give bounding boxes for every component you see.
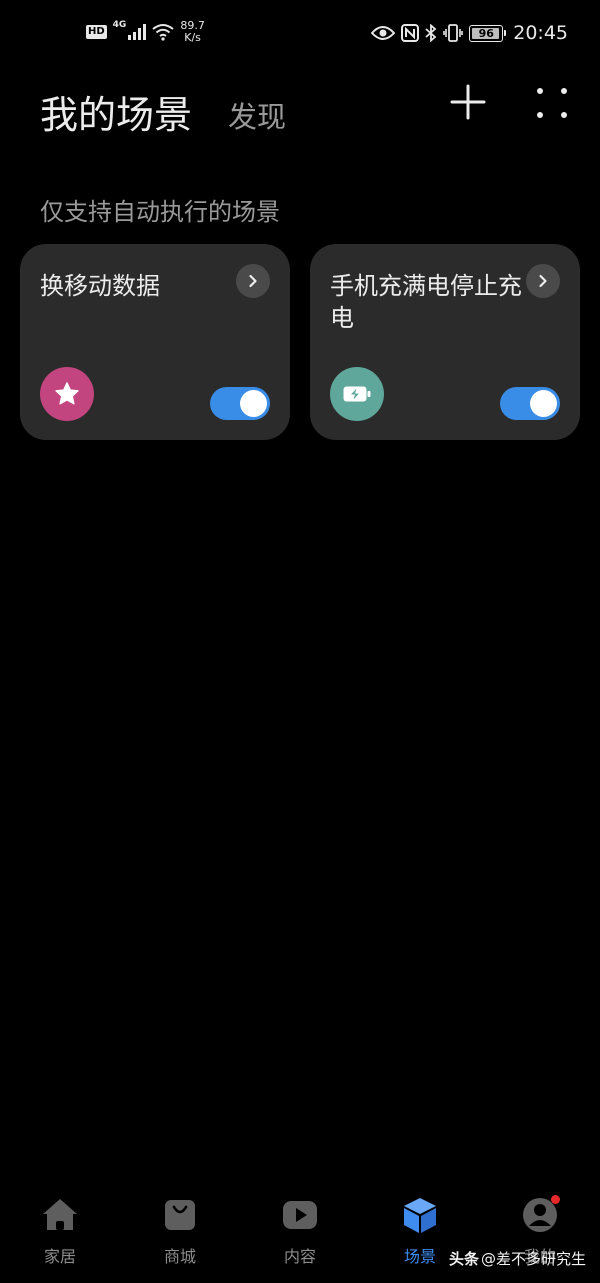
nfc-icon (401, 24, 420, 42)
chevron-right-icon (539, 274, 547, 288)
more-button[interactable] (534, 84, 570, 120)
toggle-knob (530, 390, 557, 417)
shopping-bag-icon (160, 1195, 200, 1235)
scene-card[interactable]: 手机充满电停止充电 (310, 244, 580, 440)
plus-icon (450, 84, 486, 120)
nav-label: 家居 (43, 1247, 76, 1266)
star-icon (55, 382, 79, 405)
scene-detail-button[interactable] (526, 264, 560, 298)
scene-toggle[interactable] (210, 387, 270, 420)
battery-icon: 96 (469, 24, 507, 42)
scene-card[interactable]: 换移动数据 (20, 244, 290, 440)
status-left: HD 4G 89.7 K/s (86, 20, 205, 44)
watermark: 头条 @差不多研究生 (449, 1248, 586, 1269)
add-scene-button[interactable] (448, 82, 488, 122)
wifi-icon (152, 24, 174, 41)
scene-icon (40, 367, 94, 421)
play-icon (280, 1195, 320, 1235)
hd-badge: HD (86, 25, 107, 39)
nav-label: 商城 (163, 1247, 196, 1266)
scene-title: 手机充满电停止充电 (330, 272, 522, 332)
nav-item-content[interactable]: 内容 (240, 1195, 360, 1275)
notification-badge (551, 1195, 560, 1204)
battery-charging-icon (343, 386, 371, 402)
nav-item-home[interactable]: 家居 (0, 1195, 120, 1275)
scene-toggle[interactable] (500, 387, 560, 420)
nav-item-mall[interactable]: 商城 (120, 1195, 240, 1275)
scene-icon (330, 367, 384, 421)
page-title: 我的场景 (40, 93, 193, 137)
scene-detail-button[interactable] (236, 264, 270, 298)
eye-icon (371, 26, 396, 40)
scene-title: 换移动数据 (40, 272, 160, 300)
user-icon (520, 1195, 560, 1235)
four-dots-icon (537, 88, 567, 118)
battery-level: 96 (478, 26, 494, 40)
network-type: 4G (112, 20, 127, 30)
tab-discover[interactable]: 发现 (228, 94, 286, 136)
signal-icon (128, 24, 147, 40)
chevron-right-icon (249, 274, 257, 288)
nav-label: 内容 (283, 1247, 316, 1266)
vibrate-icon (443, 24, 464, 42)
bluetooth-icon (425, 24, 437, 42)
clock: 20:45 (513, 22, 568, 44)
status-bar: HD 4G 89.7 K/s 96 20:45 (0, 0, 600, 70)
header: 我的场景 发现 (40, 82, 570, 142)
watermark-brand: 头条 (448, 1250, 479, 1268)
toggle-knob (240, 390, 267, 417)
watermark-handle: @差不多研究生 (480, 1250, 586, 1268)
speed-unit: K/s (184, 31, 201, 44)
network-speed: 89.7 K/s (180, 20, 205, 44)
status-right: 96 20:45 (371, 22, 568, 44)
section-label: 仅支持自动执行的场景 (40, 198, 280, 226)
cube-icon (400, 1195, 440, 1235)
home-icon (40, 1195, 80, 1235)
